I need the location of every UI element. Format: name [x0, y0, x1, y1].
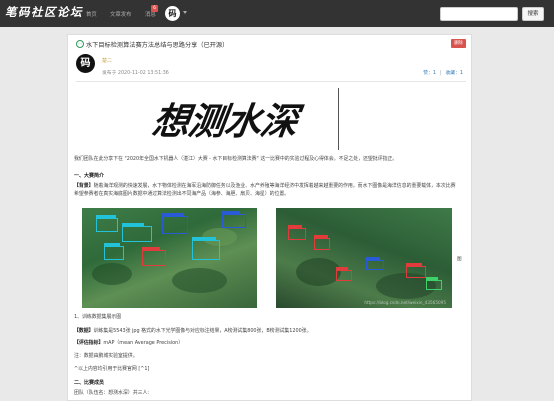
author-avatar[interactable]: 码: [76, 54, 95, 73]
citation-line: ^以上内容均引用于比赛官网 [^1]: [74, 366, 150, 372]
training-sample-image-1: [82, 208, 257, 308]
banner-text: 想测水深: [149, 99, 300, 143]
team-line: 团队（队伍名：想测水深）共三人:: [74, 390, 150, 396]
detection-label: [366, 257, 380, 260]
separator: |: [439, 71, 442, 76]
data-line: 【数据】训练集是5543张 jpg 格式的水下光学图像与对应标注结果，A榜测试集…: [74, 328, 311, 335]
detection-label: [192, 237, 216, 240]
detection-box: [314, 238, 330, 250]
site-brand[interactable]: 笔码社区论坛: [5, 4, 83, 20]
banner-divider: [338, 88, 339, 150]
post-title: 水下目标检测算法赛方法总结与思路分享（已开源）: [86, 42, 229, 49]
background-line-1: 【背景】随着海洋观测的快速发展，水下物体检测在海军沿海防御任务以及渔业、水产养殖…: [74, 183, 456, 190]
detection-label: [162, 213, 184, 216]
seabed-rock: [92, 263, 132, 285]
author-name[interactable]: 楚二: [102, 57, 112, 64]
section-heading-intro: 一、大赛简介: [74, 173, 105, 179]
detection-box: [192, 240, 220, 260]
detection-label: [104, 243, 120, 246]
calligraphy-banner: 想测水深: [120, 89, 330, 149]
seabed-rock: [296, 258, 341, 286]
search-button[interactable]: 搜索: [522, 7, 544, 21]
top-navbar: 笔码社区论坛 首页 文章发布 消息 6 码 搜索: [0, 0, 554, 27]
section-heading-members: 二、比赛成员: [74, 380, 105, 386]
delete-button[interactable]: 删除: [451, 39, 466, 48]
user-avatar[interactable]: 码: [165, 6, 180, 21]
note-line: 注：数据由鹏城实验室提供。: [74, 353, 138, 359]
detection-box: [96, 218, 118, 232]
intro-paragraph: 我们团队在此分享下在 "2020年全国水下机器人（湛江）大赛 - 水下目标检测算…: [74, 156, 398, 162]
detection-label: [222, 211, 240, 214]
detection-box: [406, 266, 426, 278]
post-type-icon: ◦◦: [76, 40, 84, 48]
collect-link[interactable]: 收藏：1: [446, 71, 463, 76]
background-text: 随着海洋观测的快速发展，水下物体检测在海军沿海防御任务以及渔业、水产养殖等海洋经…: [93, 183, 456, 189]
detection-box: [288, 228, 306, 240]
metric-line: 【评估指标】mAP（mean Average Precision）: [74, 340, 183, 347]
detection-label: [142, 247, 160, 250]
list-item: 1、训练数据集展示图: [74, 314, 122, 320]
chevron-down-icon[interactable]: [183, 11, 187, 14]
post-panel: ◦◦ 水下目标检测算法赛方法总结与思路分享（已开源） 删除 码 楚二 发布于 2…: [67, 34, 472, 401]
background-label: 【背景】: [74, 183, 94, 189]
detection-label: [288, 225, 302, 228]
detection-label: [122, 223, 144, 226]
detection-label: [336, 267, 348, 270]
detection-box: [162, 216, 188, 234]
metric-text: mAP（mean Average Precision）: [103, 340, 184, 346]
detection-box: [366, 260, 384, 270]
message-count-badge: 6: [151, 5, 158, 12]
detection-box: [122, 226, 152, 242]
background-line-2: 希望参赛者在真实海底图片数据中通过算法检测出不同海产品（海参、海胆、扇贝、海星）…: [74, 191, 290, 197]
detection-label: [314, 235, 328, 238]
detection-box: [336, 270, 352, 281]
data-label: 【数据】: [74, 328, 94, 334]
nav-link-home[interactable]: 首页: [86, 10, 97, 18]
figure-caption: 图: [457, 257, 462, 262]
post-actions: 赞：1 | 收藏：1: [423, 69, 463, 76]
divider: [76, 81, 466, 82]
detection-label: [426, 277, 438, 280]
image-watermark: https://blog.csdn.net/weixin_43565095: [364, 300, 446, 305]
like-link[interactable]: 赞：1: [423, 71, 436, 76]
search-input[interactable]: [440, 7, 518, 21]
detection-box: [222, 214, 246, 228]
detection-box: [104, 246, 124, 260]
detection-box: [142, 250, 166, 266]
detection-label: [96, 215, 116, 218]
nav-link-publish[interactable]: 文章发布: [110, 10, 132, 18]
post-title-row: ◦◦ 水下目标检测算法赛方法总结与思路分享（已开源） 删除: [76, 39, 466, 50]
data-text: 训练集是5543张 jpg 格式的水下光学图像与对应标注结果，A榜测试集800张…: [93, 328, 312, 334]
post-timestamp: 发布于 2020-11-02 13:51:36: [102, 71, 169, 76]
metric-label: 【评估指标】: [74, 340, 104, 346]
training-sample-image-2: https://blog.csdn.net/weixin_43565095: [276, 208, 452, 308]
detection-box: [426, 280, 442, 290]
detection-label: [406, 263, 422, 266]
seabed-rock: [172, 268, 227, 293]
